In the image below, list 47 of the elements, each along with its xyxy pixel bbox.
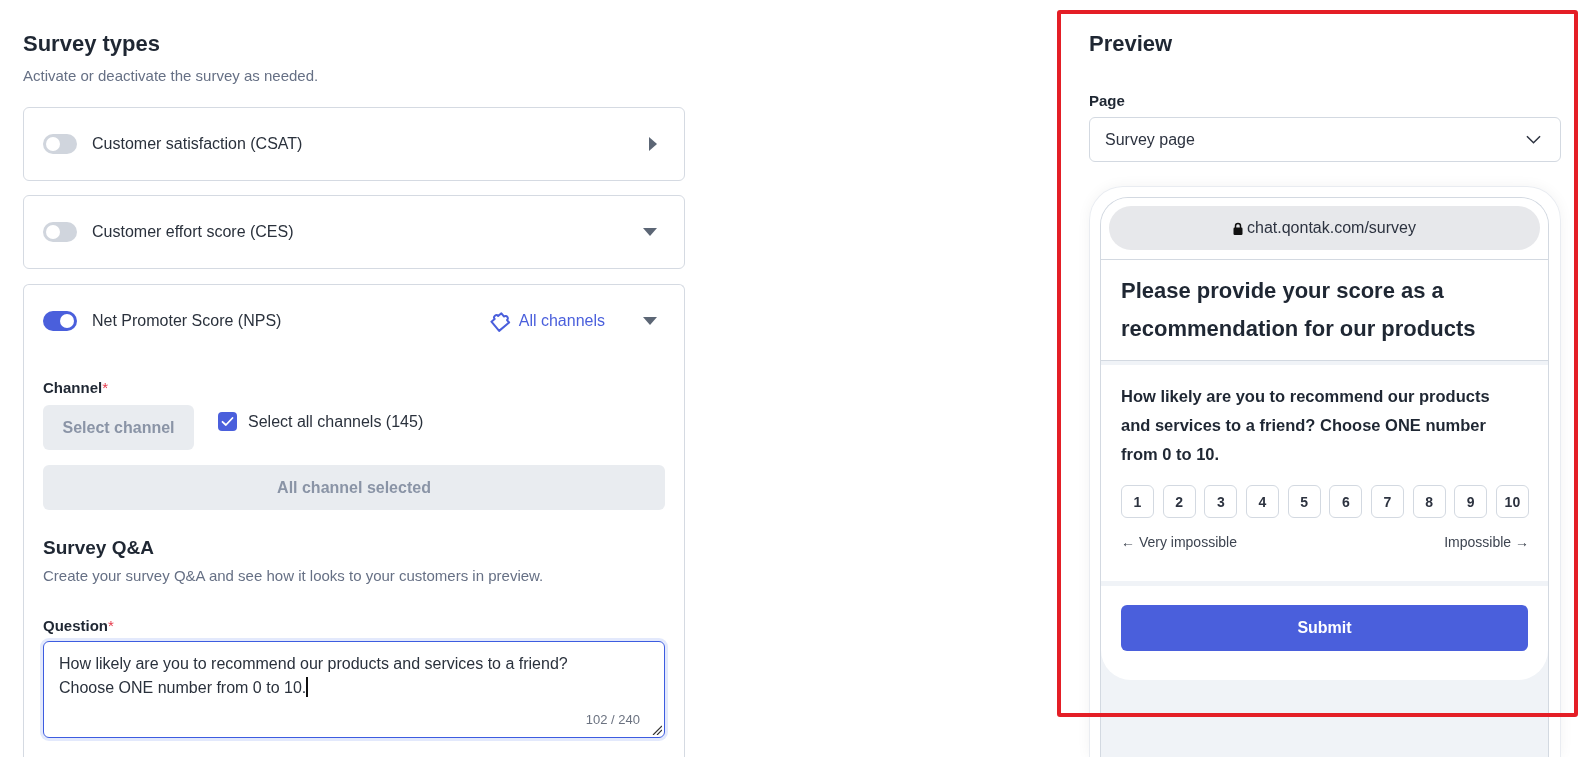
score-option[interactable]: 7	[1370, 485, 1404, 518]
field-label: Question	[43, 617, 108, 635]
resize-grip-icon[interactable]	[652, 725, 662, 735]
selected-channels-bar: All channel selected	[43, 465, 665, 510]
toggle-switch[interactable]	[43, 134, 77, 154]
toggle-switch[interactable]	[43, 311, 77, 331]
preview-title: Preview	[1089, 30, 1174, 58]
character-counter: 102 / 240	[585, 712, 640, 728]
caret-down-icon[interactable]	[643, 317, 657, 325]
survey-heading: Please provide your score as a recommendation for our products	[1121, 277, 1477, 343]
survey-question: How likely are you to recommend our products and services to a friend? Choose ONE number from 0 to 10.	[1121, 386, 1491, 465]
score-option[interactable]: 6	[1329, 485, 1363, 518]
scale-low-label: ← Very impossible	[1121, 534, 1237, 550]
lock-icon	[1233, 221, 1243, 235]
page-select[interactable]: Survey page	[1089, 117, 1561, 162]
puzzle-piece-icon	[487, 309, 512, 333]
required-mark: *	[108, 617, 114, 635]
checkbox[interactable]	[218, 412, 237, 431]
question-field[interactable]: How likely are you to recommend our products and services to a friend? Choose ONE number from 0 to 10. 102 / 240	[43, 641, 665, 738]
caret-down-icon[interactable]	[643, 228, 657, 236]
survey-type-label: Customer satisfaction (CSAT)	[92, 134, 304, 154]
field-label: Channel	[43, 379, 103, 397]
score-option[interactable]: 8	[1412, 485, 1446, 518]
section-title: Survey types	[23, 30, 161, 58]
url-text: chat.qontak.com/survey	[1247, 218, 1416, 238]
score-option[interactable]: 9	[1454, 485, 1488, 518]
survey-type-label: Customer effort score (CES)	[92, 222, 295, 242]
score-option[interactable]: 2	[1162, 485, 1196, 518]
scale-high-label: Impossible →	[1444, 534, 1529, 550]
subsection-subtitle: Create your survey Q&A and see how it looks to your customers in preview.	[43, 566, 545, 586]
score-option[interactable]: 3	[1204, 485, 1238, 518]
checkbox-label: Select all channels (145)	[248, 411, 424, 432]
all-channels-link[interactable]: All channels	[487, 309, 605, 333]
required-mark: *	[102, 379, 109, 397]
score-option[interactable]: 5	[1287, 485, 1321, 518]
score-option[interactable]: 10	[1495, 485, 1529, 518]
text-cursor	[306, 677, 309, 697]
chevron-down-icon	[1526, 135, 1541, 144]
survey-type-label: Net Promoter Score (NPS)	[92, 311, 283, 331]
score-option[interactable]: 4	[1245, 485, 1279, 518]
score-option[interactable]: 1	[1121, 485, 1154, 518]
toggle-switch[interactable]	[43, 222, 77, 242]
caret-right-icon[interactable]	[649, 137, 657, 151]
section-subtitle: Activate or deactivate the survey as needed.	[23, 66, 320, 86]
subsection-title: Survey Q&A	[43, 536, 155, 560]
field-label: Page	[1089, 92, 1126, 110]
submit-button[interactable]: Submit	[1121, 605, 1528, 651]
